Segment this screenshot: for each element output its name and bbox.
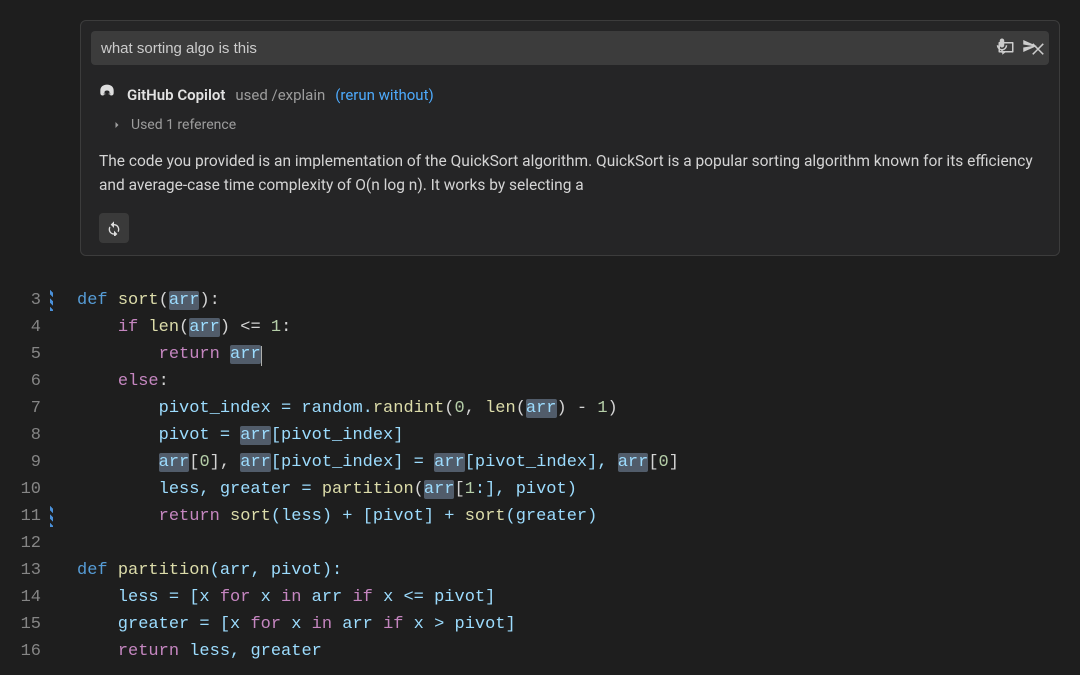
line-number: 14 [0, 584, 55, 611]
regenerate-button[interactable] [99, 213, 129, 243]
line-number: 8 [0, 422, 55, 449]
copilot-chat-panel: GitHub Copilot used /explain (rerun with… [80, 20, 1060, 256]
line-number: 7 [0, 395, 55, 422]
used-command: used /explain [235, 86, 325, 104]
comment-icon[interactable] [997, 39, 1015, 61]
line-number: 11 [0, 503, 55, 530]
panel-actions [997, 39, 1047, 61]
line-number: 12 [0, 530, 55, 557]
line-number: 6 [0, 368, 55, 395]
copilot-name: GitHub Copilot [127, 86, 225, 104]
text-cursor [261, 346, 262, 366]
answer-text: The code you provided is an implementati… [81, 143, 1059, 209]
line-number: 15 [0, 611, 55, 638]
code-editor[interactable]: 3def sort(arr): 4 if len(arr) <= 1: 5 re… [0, 287, 1080, 675]
line-number: 13 [0, 557, 55, 584]
copilot-header: GitHub Copilot used /explain (rerun with… [81, 71, 1059, 111]
line-number: 3 [0, 287, 55, 314]
line-number: 4 [0, 314, 55, 341]
line-number: 10 [0, 476, 55, 503]
chat-input-row [91, 31, 1049, 65]
chat-input[interactable] [101, 40, 987, 57]
copilot-icon [97, 83, 117, 107]
close-icon[interactable] [1029, 39, 1047, 61]
line-number: 5 [0, 341, 55, 368]
line-number: 16 [0, 638, 55, 665]
rerun-link[interactable]: (rerun without) [335, 86, 433, 104]
line-number: 9 [0, 449, 55, 476]
references-toggle[interactable]: Used 1 reference [81, 111, 1059, 143]
references-label: Used 1 reference [131, 117, 236, 133]
